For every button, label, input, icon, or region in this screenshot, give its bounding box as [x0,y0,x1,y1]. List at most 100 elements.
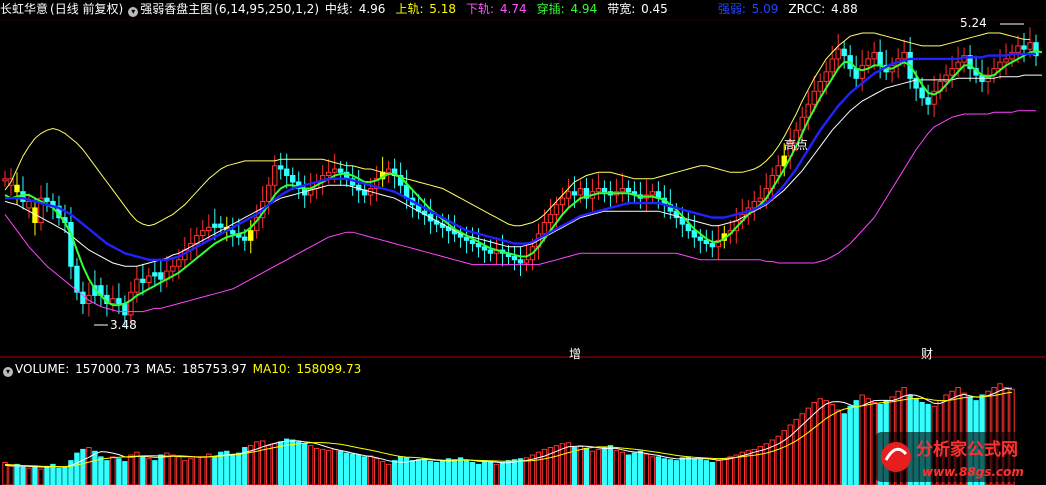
volume-bar [415,459,422,485]
candle-body [266,184,272,202]
volume-bar [841,413,847,485]
volume-bar [853,400,859,485]
indicator-item-value: 0.45 [637,2,668,16]
volume-bar [613,449,620,485]
candle-body [547,213,554,223]
high-price-label: 5.24 [960,16,987,30]
volume-bar [200,456,206,485]
volume-bar [481,460,488,485]
candle-body [853,68,859,79]
volume-bar [397,456,404,485]
volume-header: ▾ VOLUME: 157000.73 MA5: 185753.97 MA10: … [0,360,363,378]
candle-body [943,74,949,83]
line-strength [5,52,1036,261]
indicator-item-value: 4.94 [566,2,598,16]
stock-name: 长虹华意 [0,2,49,16]
volume-bar [182,460,188,485]
volume-bar [511,459,518,485]
candle-body [565,191,572,199]
candle-body [949,68,955,76]
candle-body [829,58,835,73]
candle-body [577,187,584,196]
candle-body [511,256,518,261]
volume-bar [517,458,524,485]
volume-bar [697,459,704,485]
indicator-params: (6,14,95,250,1,2) [214,2,320,16]
candle-body [1027,42,1033,50]
volume-bar [8,465,14,485]
volume-bar [541,448,548,485]
candle-body [571,191,578,196]
volume-bar [62,466,68,485]
volume-bar [302,443,308,485]
watermark-title: 分析家公式网 [916,439,1018,460]
candle-body [26,200,32,209]
volume-bar [691,458,698,485]
candle-body [877,51,883,66]
volume-bar [272,443,278,485]
main-header: 长虹华意 (日线 前复权) ▾ 强弱香盘主图 (6,14,95,250,1,2) 中线:… [0,0,870,18]
volume-bar [110,456,116,485]
indicator-item-label: 中线: [324,2,353,16]
volume-bar [164,452,170,485]
volume-bar [296,441,302,485]
volume-menu-icon[interactable]: ▾ [3,367,13,377]
volume-bar [308,445,314,485]
indicator-item-3: 穿插: 4.94 [537,2,600,16]
volume-bar [673,460,680,485]
candle-body [925,97,931,105]
volume-bar [487,461,494,485]
candle-body [200,230,206,236]
volume-bar [433,462,440,485]
volume-bar [194,456,200,485]
candle-body [242,236,248,241]
indicator-item-label: 下轨: [466,2,495,16]
indicator-item-label: 强弱: [717,2,746,16]
volume-bar [26,467,32,485]
indicator-item-value: 4.74 [496,2,527,16]
volume-bar [188,458,194,485]
kline-chart [0,19,1046,485]
volume-bar [74,452,80,485]
volume-label: VOLUME: [15,362,70,376]
ma5-label: MA5: [145,362,177,376]
volume-bar [158,454,164,485]
candle-body [248,230,254,241]
candle-body [703,239,710,245]
volume-bar [343,452,350,485]
event-marker-zeng[interactable]: 增 [569,345,581,362]
candle-body [757,197,763,202]
volume-bar [128,454,134,485]
candle-body [331,168,338,173]
indicator-menu-icon[interactable]: ▾ [128,7,139,17]
volume-bar [823,400,829,485]
candle-body [901,51,907,60]
volume-bar [86,447,92,485]
candle-body [841,48,847,57]
volume-bar [661,458,668,485]
candle-body [481,246,488,251]
volume-bar [331,448,338,485]
volume-bar [649,456,656,485]
volume-bar [655,456,662,485]
event-marker-cai[interactable]: 财 [921,345,933,362]
candle-body [272,165,278,186]
volume-bar [505,460,512,485]
volume-bar [451,459,458,485]
candle-body [649,191,656,196]
indicator-name[interactable]: 强弱香盘主图 [140,2,212,16]
volume-bar [361,456,368,485]
volume-bar [733,454,739,485]
volume-bar [439,460,446,485]
candle-body [865,58,871,66]
volume-bar [757,446,763,485]
candle-body [2,178,8,182]
volume-bar [337,450,344,485]
indicator-item-4: 带宽: 0.45 [607,2,670,16]
candle-body [170,265,176,272]
candle-body [110,298,116,305]
volume-bar [619,451,626,485]
volume-bar [44,466,50,485]
candle-body [775,165,781,177]
volume-bar [685,456,692,485]
